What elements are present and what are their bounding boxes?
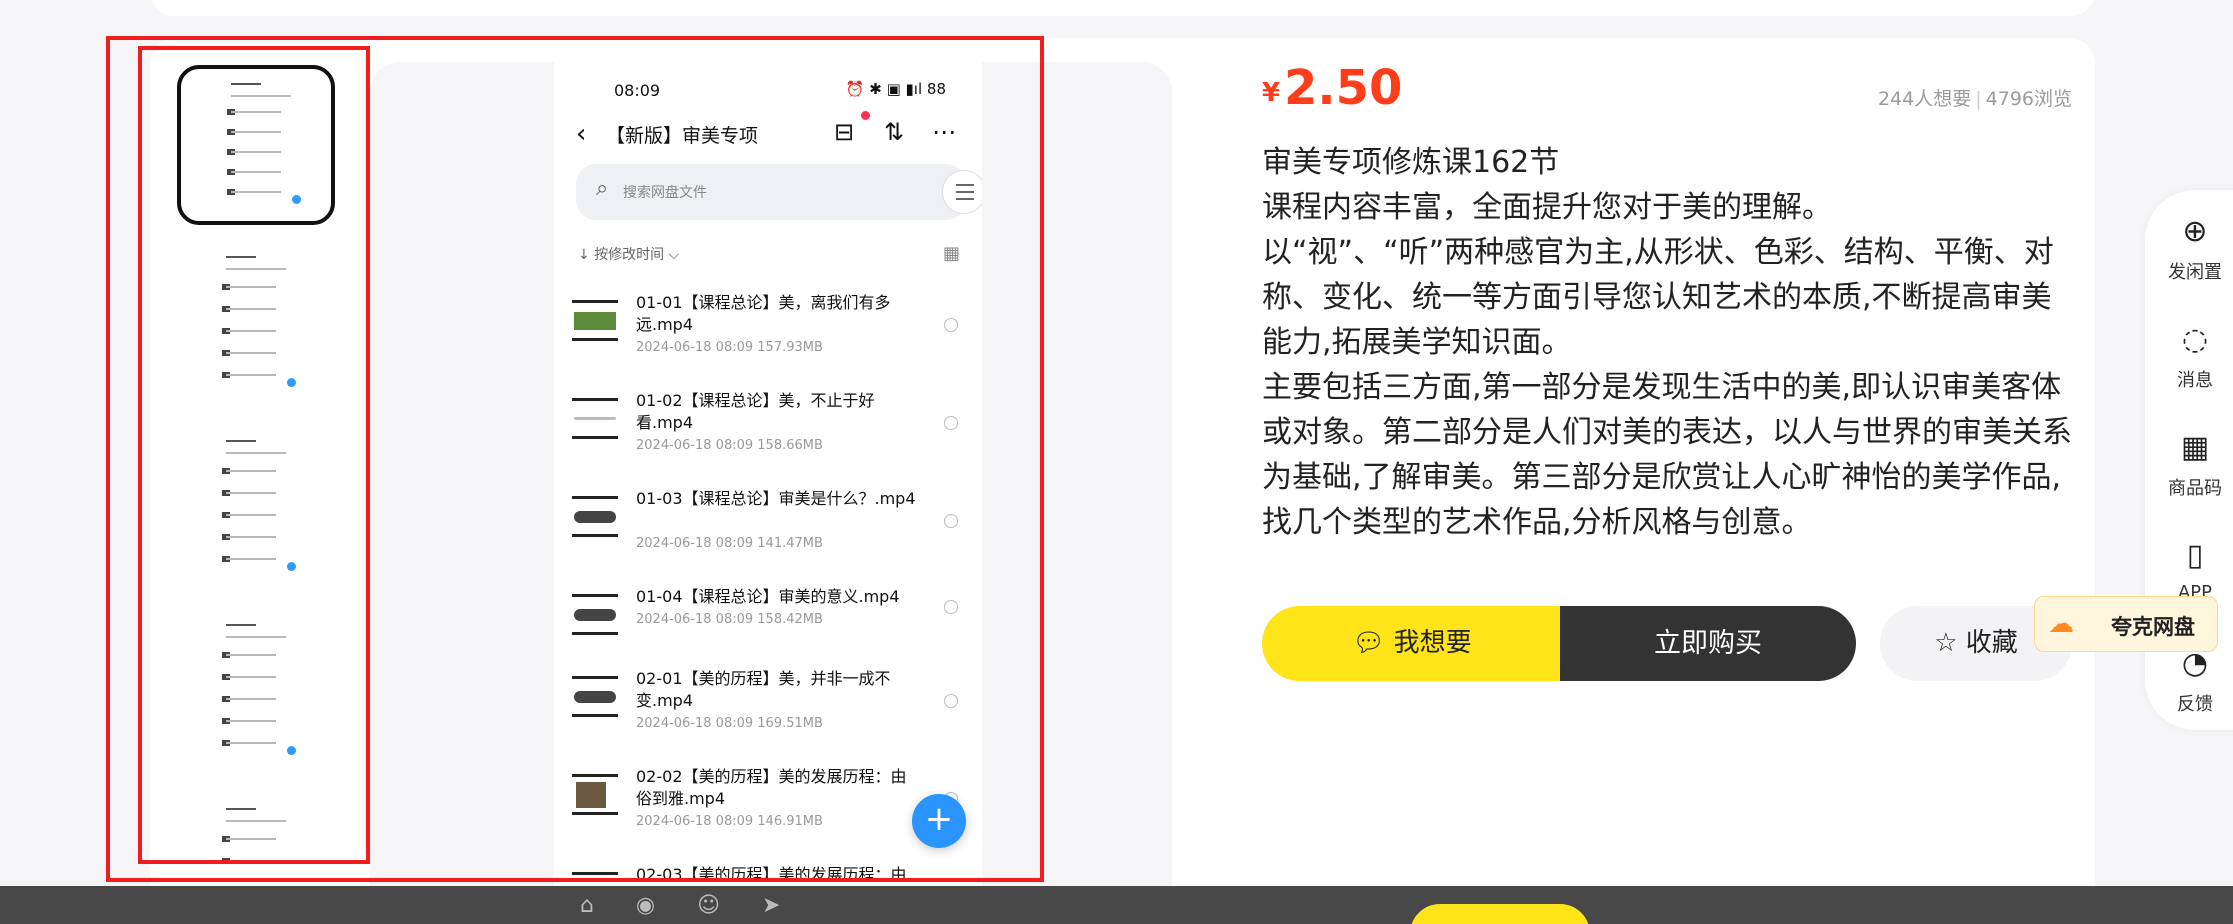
currency-symbol: ¥ (1262, 78, 1281, 108)
star-icon: ☆ (1934, 628, 1966, 658)
description-line: 课程内容丰富，全面提升您对于美的理解。 (1262, 190, 1832, 225)
post-item-label: 发闲置 (2168, 262, 2222, 283)
plus-circle-icon: ⊕ (2182, 214, 2208, 249)
description-line: 以“视”、“听”两种感官为主,从形状、色彩、结构、平衡、对称、变化、统一等方面引… (1262, 235, 2054, 360)
messages-label: 消息 (2177, 370, 2213, 391)
bottom-action-pill[interactable] (1410, 904, 1590, 924)
highlight-box-thumbnails (138, 46, 370, 864)
bottom-nav-icons: ⌂ ◉ ☺ ➤ (580, 893, 781, 918)
quark-label: 夸克网盘 (2111, 615, 2195, 639)
description-line: 主要包括三方面,第一部分是发现生活中的美,即认识审美客体或对象。第二部分是人们对… (1262, 370, 2072, 540)
feedback-label: 反馈 (2177, 694, 2213, 715)
product-code-label: 商品码 (2168, 478, 2222, 499)
product-code-button[interactable]: ▦ 商品码 (2145, 428, 2233, 500)
post-item-button[interactable]: ⊕ 发闲置 (2145, 212, 2233, 284)
favorite-label: 收藏 (1965, 628, 2018, 658)
product-stats: 244人想要 | 4796浏览 (1877, 88, 2072, 110)
phone-icon: ▯ (2186, 538, 2204, 573)
messages-button[interactable]: ◌ 消息 (2145, 320, 2233, 392)
qrcode-icon: ▦ (2180, 430, 2210, 465)
top-card-strip (150, 0, 2095, 16)
buy-now-button[interactable]: 立即购买 (1560, 606, 1856, 681)
app-button[interactable]: ▯ APP (2145, 536, 2233, 603)
wants-count: 244人想要 (1877, 88, 1972, 110)
bottom-overlay-bar (0, 886, 2233, 924)
chat-icon: 💬︎ (1352, 628, 1394, 658)
product-description: 审美专项修炼课162节 课程内容丰富，全面提升您对于美的理解。 以“视”、“听”… (1262, 140, 2074, 545)
cloud-icon: ☁ (2048, 609, 2074, 639)
description-line: 审美专项修炼课162节 (1262, 145, 1560, 180)
views-count: 4796浏览 (1985, 88, 2072, 110)
quark-drive-badge[interactable]: ☁ 夸克网盘 (2034, 596, 2218, 652)
want-button[interactable]: 💬︎ 我想要 (1262, 606, 1562, 681)
price: 2.50 (1284, 60, 1403, 116)
want-label: 我想要 (1393, 628, 1472, 658)
message-icon: ◌ (2181, 322, 2209, 357)
feedback-button[interactable]: ◔ 反馈 (2145, 644, 2233, 716)
